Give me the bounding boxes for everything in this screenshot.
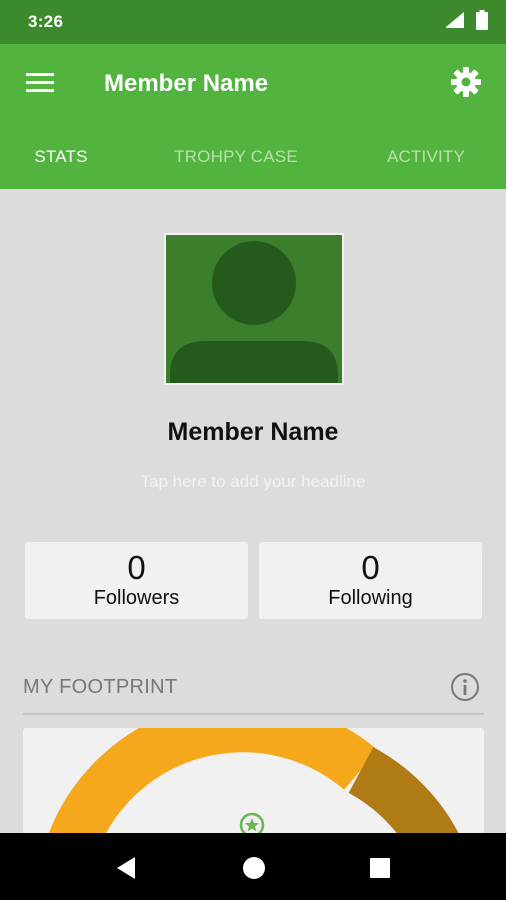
following-label: Following [328, 587, 413, 609]
settings-button[interactable] [426, 44, 506, 124]
tab-activity[interactable]: ACTIVITY [362, 147, 490, 167]
footprint-title: MY FOOTPRINT [23, 676, 178, 698]
avatar[interactable] [164, 233, 344, 385]
status-bar: 3:26 [0, 0, 506, 44]
menu-button[interactable] [0, 44, 80, 124]
info-icon[interactable] [450, 672, 480, 702]
followers-card[interactable]: 0 Followers [25, 542, 248, 619]
signal-icon [444, 11, 466, 34]
footprint-header: MY FOOTPRINT [23, 669, 484, 715]
gear-icon [451, 66, 481, 102]
system-nav-bar [0, 833, 506, 900]
following-count: 0 [361, 549, 380, 586]
app-bar: Member Name [0, 44, 506, 124]
star-badge-icon [239, 812, 265, 833]
tab-trophy-case[interactable]: TROHPY CASE [150, 147, 322, 167]
menu-icon [26, 72, 54, 97]
profile-content: Member Name Tap here to add your headlin… [0, 189, 506, 833]
recents-icon[interactable] [365, 853, 395, 883]
battery-icon [476, 9, 488, 35]
status-icons [444, 9, 488, 35]
back-icon[interactable] [111, 853, 141, 883]
page-title: Member Name [104, 70, 269, 97]
followers-label: Followers [93, 587, 180, 609]
status-time: 3:26 [28, 12, 64, 31]
tab-stats[interactable]: STATS [0, 147, 122, 167]
home-icon[interactable] [239, 853, 269, 883]
followers-count: 0 [127, 549, 146, 586]
tab-bar: STATS TROHPY CASE ACTIVITY [0, 124, 506, 189]
following-card[interactable]: 0 Following [259, 542, 482, 619]
footprint-card [23, 728, 484, 833]
headline-prompt[interactable]: Tap here to add your headline [0, 472, 506, 492]
member-name: Member Name [167, 418, 339, 446]
person-placeholder-icon [166, 235, 342, 383]
